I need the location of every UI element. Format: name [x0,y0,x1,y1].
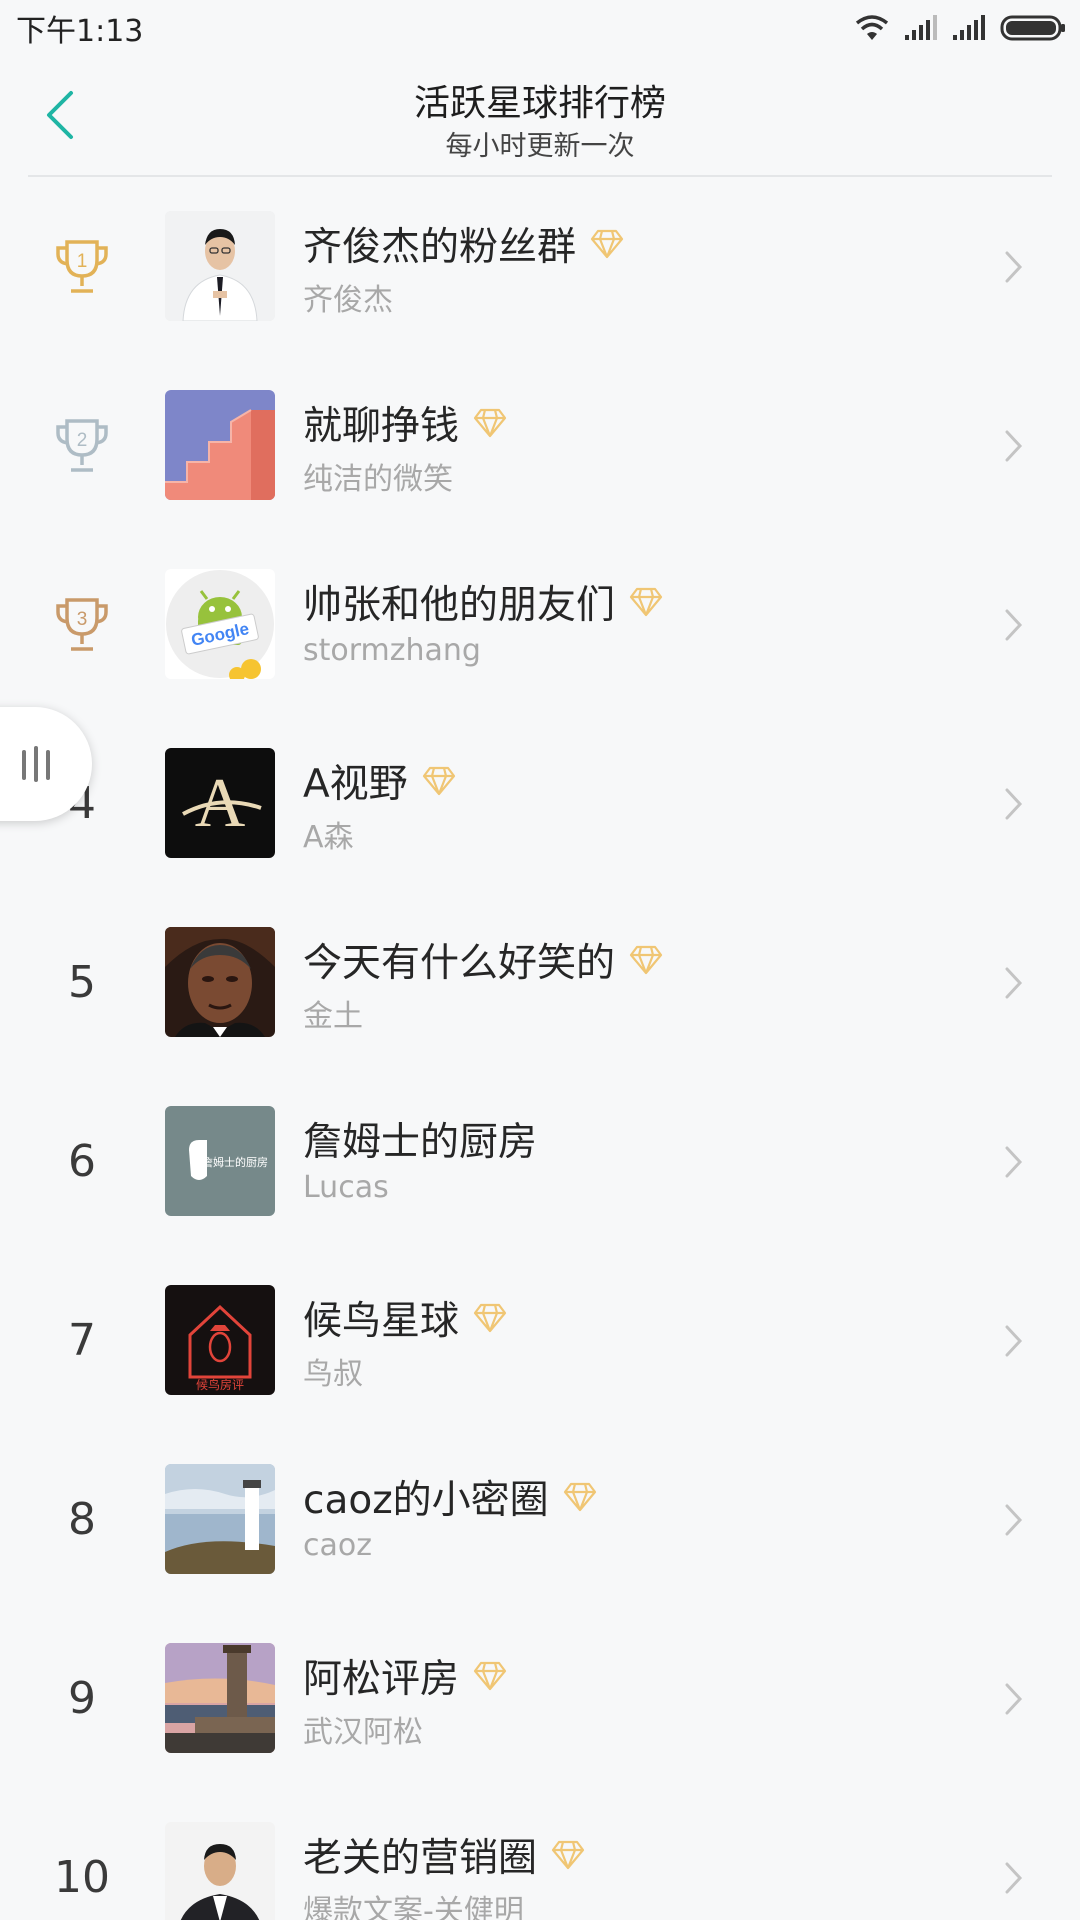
group-title: 就聊挣钱 [303,404,460,449]
ranking-row[interactable]: 9 阿松评房 武汉阿松 [0,1609,1080,1788]
group-owner: 金土 [303,999,363,1034]
diamond-icon [473,408,507,438]
diamond-icon [551,1840,585,1870]
trophy-rank-text: 3 [77,609,88,630]
chevron-right-icon [996,959,1032,1007]
status-bar: 下午1:13 [0,0,1080,56]
avatar [165,1643,275,1753]
avatar [165,1464,275,1574]
row-title-line: 就聊挣钱 [303,398,507,449]
diamond-icon [590,229,624,259]
ranking-row[interactable]: 7 候鸟房评 候鸟星球 鸟叔 [0,1251,1080,1430]
ranking-row[interactable]: 4 A A视野 A森 [0,714,1080,893]
ranking-row[interactable]: 8 caoz的小密圈 caoz [0,1430,1080,1609]
avatar [165,390,275,500]
avatar: Google [165,569,275,679]
group-owner: stormzhang [303,633,481,668]
row-title-line: 帅张和他的朋友们 [303,577,663,628]
row-title-line: A视野 [303,756,456,807]
status-time: 下午1:13 [16,14,144,49]
chevron-right-icon [996,243,1032,291]
avatar [165,927,275,1037]
ranking-row[interactable]: 10 老关的营销圈 爆款文案-关健明 [0,1788,1080,1920]
ranking-row[interactable]: 3 Google 帅张和他的朋友们 stormzhang [0,535,1080,714]
group-title: 候鸟星球 [303,1299,460,1344]
chevron-right-icon [996,1854,1032,1902]
avatar [165,1822,275,1920]
signal-icon [905,15,937,40]
avatar: 詹姆士的厨房 [165,1106,275,1216]
ranking-row[interactable]: 2 就聊挣钱 纯洁的微笑 [0,356,1080,535]
rank-number: 5 [68,957,96,1008]
row-title-line: 阿松评房 [303,1651,507,1702]
chevron-right-icon [996,1675,1032,1723]
row-title-line: 老关的营销圈 [303,1830,585,1881]
bronze-trophy-icon: 3 [56,597,108,651]
handle-bars-icon [22,746,50,782]
group-owner: 齐俊杰 [303,283,393,318]
diamond-icon [473,1661,507,1691]
diamond-icon [422,766,455,796]
group-title: A视野 [303,762,408,807]
signal-icon [953,15,985,40]
avatar [165,211,275,321]
rank-number: 7 [68,1315,96,1366]
group-owner: A森 [303,820,354,855]
page-subtitle: 每小时更新一次 [445,131,635,162]
avatar-bird-text: 候鸟房评 [196,1377,244,1392]
ranking-row[interactable]: 6 詹姆士的厨房 詹姆士的厨房 Lucas [0,1072,1080,1251]
row-title-line: 詹姆士的厨房 [303,1114,538,1165]
avatar-kitchen-text: 詹姆士的厨房 [202,1155,268,1169]
silver-trophy-icon: 2 [56,418,108,472]
chevron-right-icon [996,1138,1032,1186]
row-title-line: 今天有什么好笑的 [303,935,663,986]
row-title-line: 候鸟星球 [303,1293,507,1344]
header: 活跃星球排行榜 每小时更新一次 [0,60,1080,176]
group-title: 阿松评房 [303,1657,460,1702]
screen: 下午1:13 活跃星球排行榜 每小时更新一次 1 齐俊杰的粉丝群 齐俊杰 2 就… [0,0,1080,1920]
chevron-right-icon [996,422,1032,470]
ranking-row[interactable]: 5 今天有什么好笑的 金土 [0,893,1080,1072]
group-title: 今天有什么好笑的 [303,941,616,986]
group-owner: 爆款文案-关健明 [303,1894,524,1920]
diamond-icon [473,1303,507,1333]
chevron-right-icon [996,1317,1032,1365]
group-title: 齐俊杰的粉丝群 [303,225,577,270]
row-title-line: 齐俊杰的粉丝群 [303,219,624,270]
group-title: 詹姆士的厨房 [303,1120,538,1165]
chevron-right-icon [996,601,1032,649]
rank-number: 10 [54,1852,110,1903]
wifi-icon [855,15,889,40]
group-owner: Lucas [303,1170,389,1205]
row-title-line: caoz的小密圈 [303,1472,597,1523]
ranking-row[interactable]: 1 齐俊杰的粉丝群 齐俊杰 [0,177,1080,356]
chevron-right-icon [996,1496,1032,1544]
battery-icon [1000,15,1065,41]
rank-trophy: 3 [42,535,122,714]
diamond-icon [629,945,663,975]
trophy-rank-text: 2 [77,430,88,451]
avatar: A [165,748,275,858]
chevron-right-icon [996,780,1032,828]
diamond-icon [629,587,663,617]
rank-number: 9 [68,1673,96,1724]
group-owner: 纯洁的微笑 [303,462,453,497]
group-title: caoz的小密圈 [303,1478,549,1523]
group-title: 老关的营销圈 [303,1836,538,1881]
group-title: 帅张和他的朋友们 [303,583,616,628]
status-icons [854,14,1066,42]
rank-number: 6 [68,1136,96,1187]
rank-trophy: 2 [42,356,122,535]
diamond-icon [563,1482,596,1512]
trophy-rank-text: 1 [77,251,88,272]
group-owner: caoz [303,1528,372,1563]
gold-trophy-icon: 1 [56,239,108,293]
group-owner: 鸟叔 [303,1357,363,1392]
rank-number: 8 [68,1494,96,1545]
ranking-list: 1 齐俊杰的粉丝群 齐俊杰 2 就聊挣钱 纯洁的微笑 3 Google 帅张和他… [0,177,1080,1920]
rank-trophy: 1 [42,177,122,356]
group-owner: 武汉阿松 [303,1715,423,1750]
page-title: 活跃星球排行榜 [413,83,666,124]
avatar: 候鸟房评 [165,1285,275,1395]
